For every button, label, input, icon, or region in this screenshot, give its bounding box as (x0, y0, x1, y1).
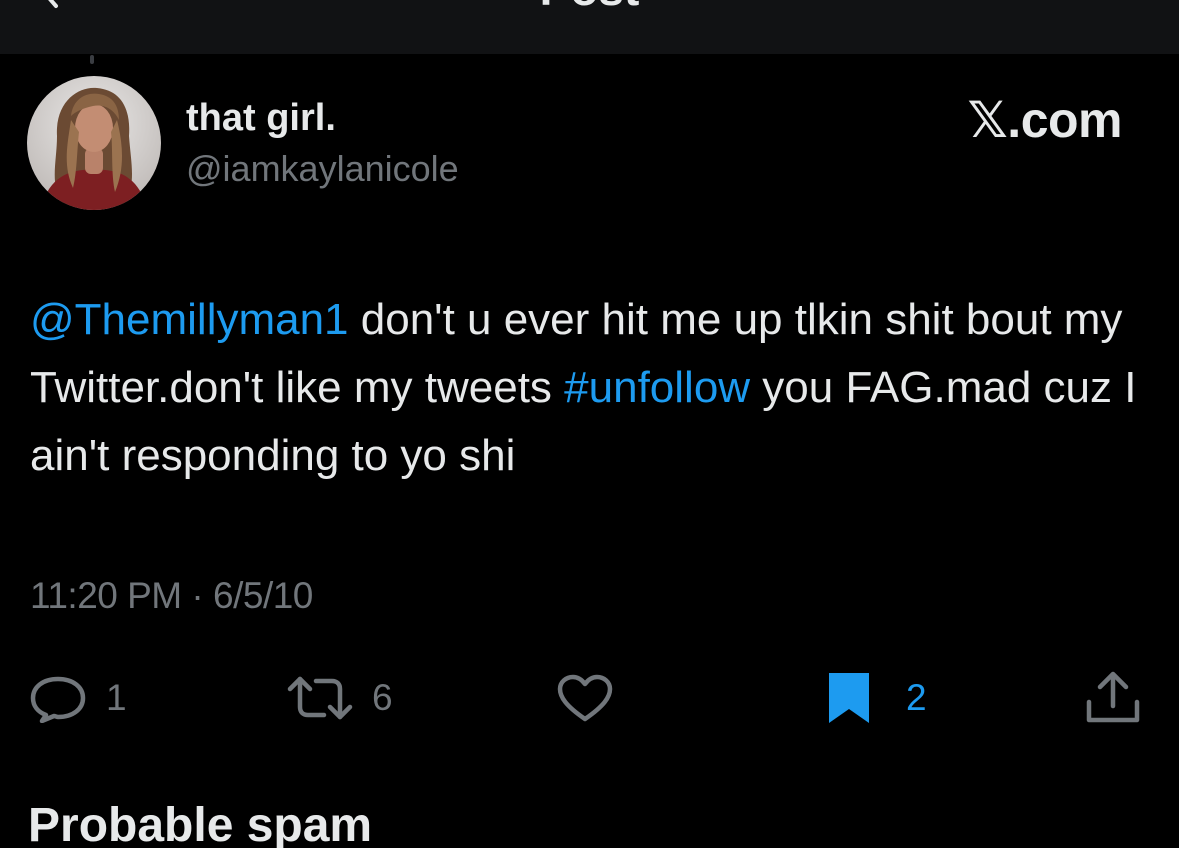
reply-icon (30, 676, 86, 723)
author-display-name[interactable]: that girl. (186, 95, 336, 141)
avatar[interactable] (27, 76, 161, 210)
author-handle[interactable]: @iamkaylanicole (186, 146, 459, 192)
tweet-timestamp[interactable]: 11:20 PM · 6/5/10 (30, 574, 313, 618)
reply-count: 1 (106, 677, 127, 718)
retweet-button[interactable]: 6 (286, 668, 393, 728)
mention-link[interactable]: @Themillyman1 (30, 295, 349, 344)
thread-line (90, 55, 94, 64)
avatar-image (27, 76, 161, 210)
bookmark-count: 2 (906, 677, 927, 718)
x-logo-icon: 𝕏 (967, 92, 1008, 148)
page-title: Post (0, 0, 1179, 12)
share-button[interactable] (1084, 668, 1142, 728)
brand-text: .com (1007, 92, 1122, 148)
brand-watermark: 𝕏.com (968, 92, 1123, 148)
tweet-text: @Themillyman1 don't u ever hit me up tlk… (30, 286, 1140, 490)
share-icon (1086, 671, 1140, 723)
reply-button[interactable]: 1 (28, 668, 127, 728)
bookmark-button[interactable]: 2 (826, 668, 927, 728)
post-page: Post that girl. @iamkaylan (0, 0, 1179, 848)
like-button[interactable] (556, 668, 614, 728)
top-nav-bar: Post (0, 0, 1179, 54)
hashtag-link[interactable]: #unfollow (564, 363, 750, 412)
bookmark-icon (829, 673, 869, 723)
retweet-icon (287, 676, 353, 720)
heart-icon (557, 674, 613, 722)
section-title: Probable spam (28, 799, 373, 848)
retweet-count: 6 (372, 677, 393, 718)
